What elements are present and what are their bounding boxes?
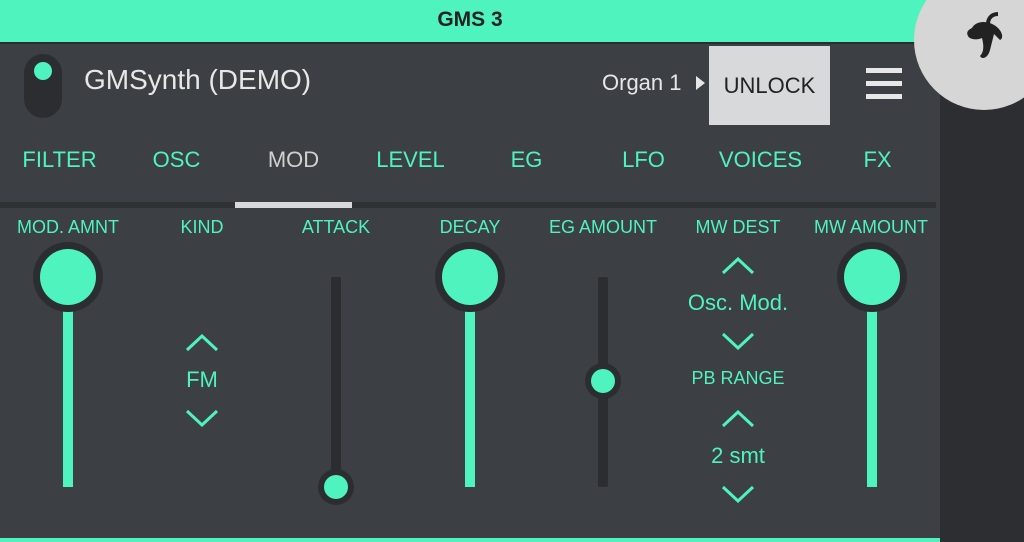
mw-amount-label: MW AMOUNT <box>814 217 928 237</box>
decay-knob[interactable] <box>442 249 498 305</box>
side-panel <box>940 44 1024 542</box>
tab-level[interactable]: LEVEL <box>352 136 469 184</box>
tab-mod[interactable]: MOD <box>235 136 352 184</box>
app-logo[interactable] <box>914 0 1024 110</box>
mw-amount-slider[interactable] <box>867 277 877 487</box>
hamburger-menu-icon[interactable] <box>866 68 902 100</box>
eg-amount-knob[interactable] <box>591 369 615 393</box>
mw-dest-value: Osc. Mod. <box>687 290 789 315</box>
kind-down-chevron-icon[interactable] <box>185 409 219 427</box>
unlock-button[interactable]: UNLOCK <box>709 46 830 125</box>
pb-range-label: PB RANGE <box>691 368 785 388</box>
power-toggle[interactable] <box>24 54 62 118</box>
tab-filter[interactable]: FILTER <box>1 136 118 184</box>
decay-slider[interactable] <box>465 277 475 487</box>
kind-up-chevron-icon[interactable] <box>185 334 219 352</box>
attack-slider[interactable] <box>331 277 341 487</box>
triangle-right-icon[interactable] <box>696 76 705 90</box>
mw-dest-label: MW DEST <box>695 217 781 237</box>
mw-dest-up-chevron-icon[interactable] <box>721 257 755 275</box>
tab-track <box>0 202 936 208</box>
preset-name[interactable]: Organ 1 <box>602 70 682 96</box>
app-title: GMSynth (DEMO) <box>84 64 312 95</box>
tab-osc[interactable]: OSC <box>118 136 235 184</box>
attack-label: ATTACK <box>301 217 371 237</box>
attack-knob[interactable] <box>324 475 348 499</box>
title-bar: GMS 3 <box>0 0 1024 44</box>
fruit-logo-icon <box>967 12 1003 58</box>
kind-label: KIND <box>180 217 224 237</box>
tab-eg[interactable]: EG <box>468 136 585 184</box>
pb-range-value: 2 smt <box>711 443 765 468</box>
mod-amnt-fill <box>63 277 73 487</box>
pb-range-down-chevron-icon[interactable] <box>721 485 755 503</box>
decay-fill <box>465 277 475 487</box>
toggle-dot <box>34 62 52 80</box>
active-tab-indicator <box>235 202 352 208</box>
mod-amnt-knob[interactable] <box>40 249 96 305</box>
pb-range-up-chevron-icon[interactable] <box>721 410 755 428</box>
tab-bar: FILTER OSC MOD LEVEL EG LFO VOICES FX <box>0 136 940 184</box>
mod-amnt-label: MOD. AMNT <box>17 217 119 237</box>
kind-value: FM <box>186 367 218 392</box>
mw-dest-down-chevron-icon[interactable] <box>721 332 755 350</box>
window-title: GMS 3 <box>437 8 503 31</box>
tab-fx[interactable]: FX <box>819 136 936 184</box>
mw-amount-knob[interactable] <box>844 249 900 305</box>
bottom-accent-line <box>0 538 940 542</box>
eg-amount-label: EG AMOUNT <box>548 217 657 237</box>
tab-lfo[interactable]: LFO <box>585 136 702 184</box>
mw-amount-fill <box>867 277 877 487</box>
tab-voices[interactable]: VOICES <box>702 136 819 184</box>
decay-label: DECAY <box>439 217 501 237</box>
mod-amnt-slider[interactable] <box>63 277 73 487</box>
